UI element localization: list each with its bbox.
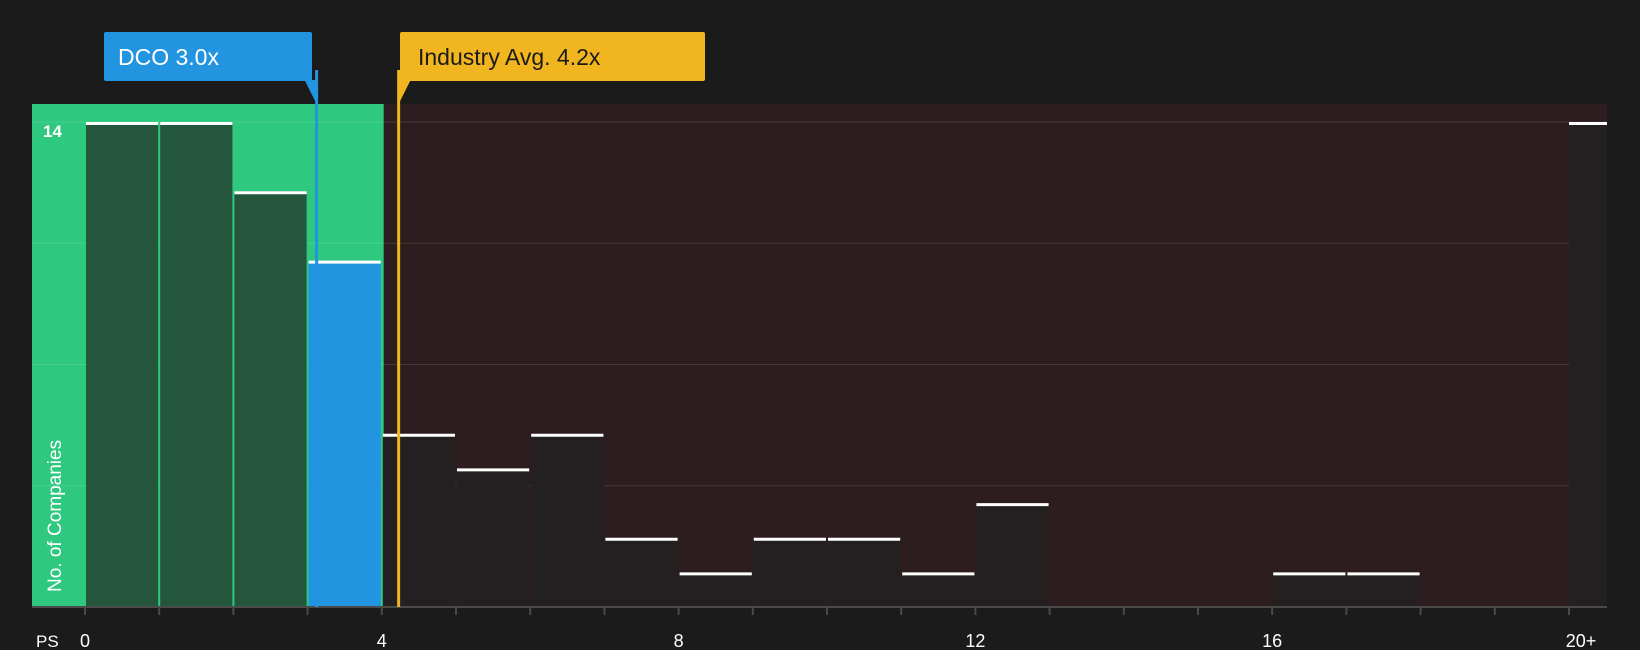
y-axis-title: No. of Companies (45, 440, 66, 592)
histogram-bar (160, 122, 233, 607)
histogram-bar (828, 537, 901, 607)
x-axis-title: PS (36, 632, 59, 650)
histogram-bar (1273, 572, 1346, 607)
histogram-bar (902, 572, 975, 607)
x-tick-label: 16 (1262, 631, 1282, 650)
x-tick-label: 4 (377, 631, 387, 650)
histogram-bar (679, 572, 752, 607)
histogram-bar (1569, 122, 1607, 607)
histogram-bar (531, 433, 604, 607)
histogram-bar (457, 468, 530, 607)
histogram-bar (234, 191, 307, 608)
histogram-bar (308, 260, 381, 607)
industry-average-label: Industry Avg. 4.2x (418, 44, 601, 70)
x-tick-label: 12 (965, 631, 985, 650)
histogram-bar (976, 503, 1049, 607)
company-label: DCO 3.0x (118, 44, 219, 70)
histogram-bar (605, 537, 678, 607)
histogram-bar (753, 537, 826, 607)
x-tick-label: 0 (80, 631, 90, 650)
histogram-bar (86, 122, 159, 607)
x-tick-label: 8 (674, 631, 684, 650)
x-tick-label: 20+ (1566, 631, 1597, 650)
histogram-bar (1347, 572, 1420, 607)
ps-ratio-histogram: 0 4 8 12 16 20+ 14 No. of Companies PS DCO 3.… (0, 0, 1640, 650)
y-tick-label: 14 (43, 122, 62, 141)
histogram-bar (382, 433, 455, 607)
